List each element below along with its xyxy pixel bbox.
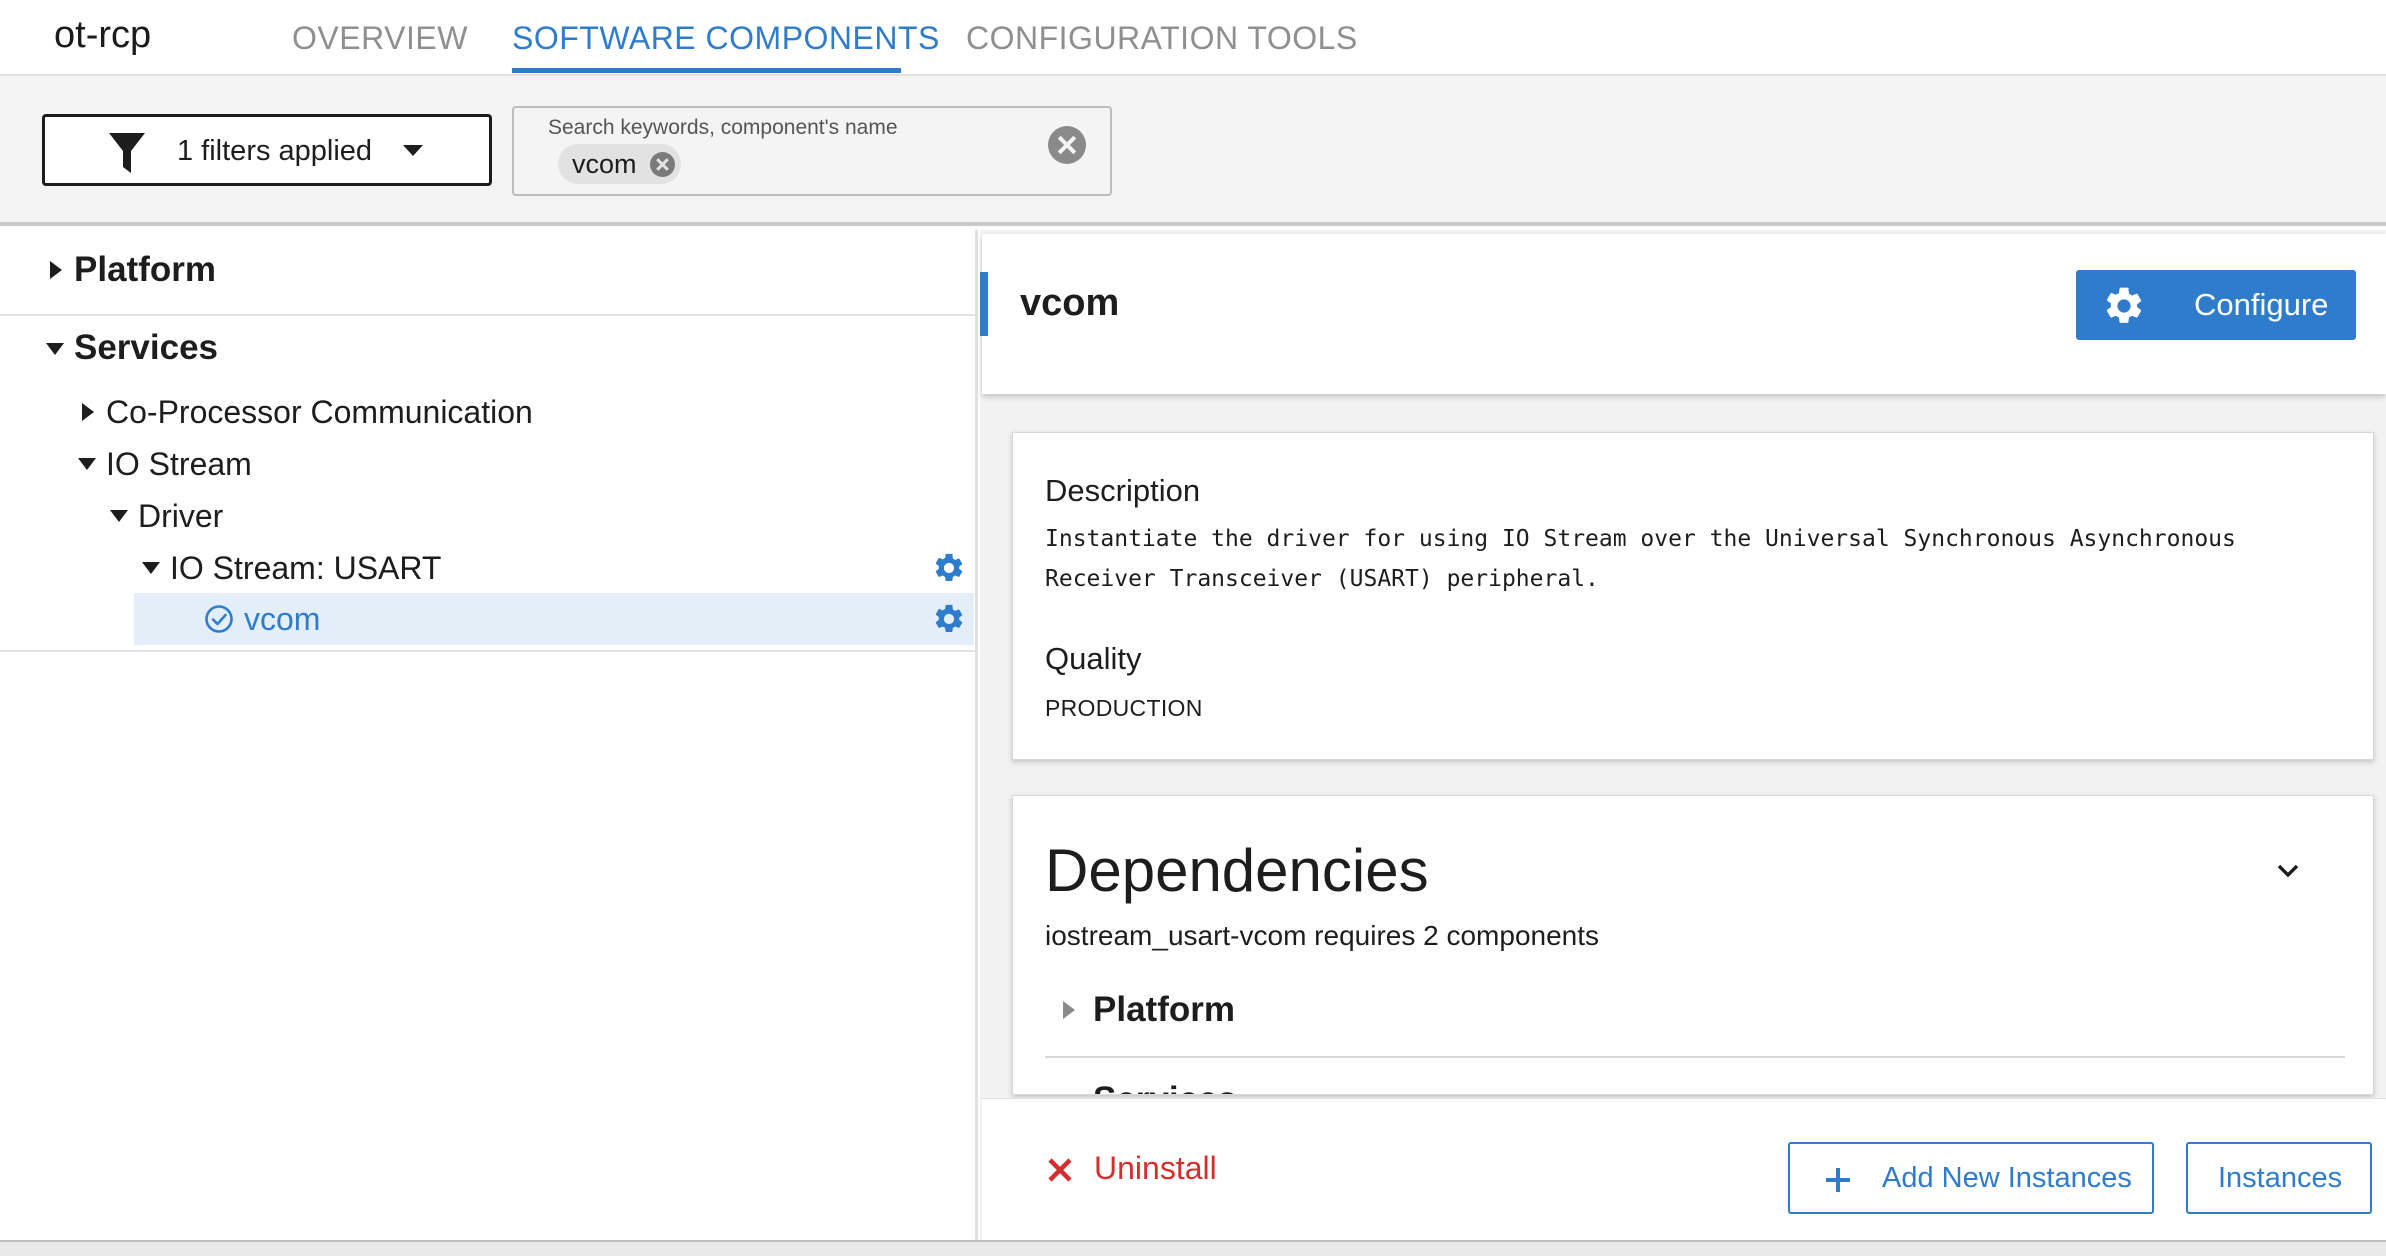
dependencies-card: Dependencies iostream_usart-vcom require… bbox=[1012, 795, 2374, 1095]
tree-item-io-stream[interactable]: IO Stream bbox=[0, 442, 978, 486]
search-label: Search keywords, component's name bbox=[548, 116, 898, 139]
collapse-arrow-icon[interactable] bbox=[78, 458, 96, 470]
dependency-divider bbox=[1045, 1056, 2345, 1058]
add-new-instances-label: Add New Instances bbox=[1882, 1162, 2132, 1194]
gear-icon bbox=[2106, 287, 2142, 323]
search-chip-label: vcom bbox=[572, 149, 637, 179]
close-icon bbox=[1048, 1158, 1072, 1182]
tab-software-components[interactable]: SOFTWARE COMPONENTS bbox=[512, 20, 940, 57]
tree-item-co-processor-communication[interactable]: Co-Processor Communication bbox=[0, 390, 978, 434]
tree-item-label: IO Stream bbox=[106, 446, 252, 482]
chevron-down-icon[interactable] bbox=[2273, 856, 2303, 886]
dropdown-caret-icon bbox=[403, 145, 423, 156]
add-new-instances-button[interactable]: Add New Instances bbox=[1788, 1142, 2154, 1214]
active-tab-indicator bbox=[512, 68, 901, 73]
tree-item-label: Driver bbox=[138, 498, 224, 534]
dependency-group-platform[interactable]: Platform bbox=[1093, 990, 1235, 1030]
expand-arrow-icon[interactable] bbox=[50, 261, 62, 279]
description-line: Instantiate the driver for using IO Stre… bbox=[1045, 526, 2236, 552]
header-accent-bar bbox=[980, 272, 988, 336]
tree-item-label: vcom bbox=[244, 601, 321, 637]
expand-arrow-icon[interactable] bbox=[82, 403, 94, 421]
check-circle-icon bbox=[205, 605, 233, 633]
filter-button[interactable]: 1 filters applied bbox=[42, 114, 492, 186]
configure-label: Configure bbox=[2194, 287, 2329, 322]
tree-item-driver[interactable]: Driver bbox=[0, 494, 978, 538]
tree-item-vcom[interactable]: vcom bbox=[0, 596, 978, 642]
description-heading: Description bbox=[1045, 473, 1201, 508]
remove-chip-icon[interactable] bbox=[649, 152, 675, 177]
search-input[interactable]: Search keywords, component's name vcom bbox=[512, 106, 1112, 196]
funnel-icon bbox=[109, 133, 145, 173]
quality-heading: Quality bbox=[1045, 641, 1142, 676]
tree-divider bbox=[0, 650, 978, 652]
gear-icon[interactable] bbox=[932, 551, 966, 585]
quality-value: PRODUCTION bbox=[1045, 695, 1203, 721]
clear-search-icon[interactable] bbox=[1048, 126, 1086, 164]
app-title: ot-rcp bbox=[54, 14, 152, 56]
description-card: Description Instantiate the driver for u… bbox=[1012, 432, 2374, 760]
tree-item-label: IO Stream: USART bbox=[170, 550, 442, 586]
gear-icon[interactable] bbox=[932, 602, 966, 636]
filter-label: 1 filters applied bbox=[177, 135, 373, 167]
expand-arrow-icon[interactable] bbox=[1063, 1001, 1075, 1019]
plus-icon bbox=[1826, 1168, 1850, 1192]
filter-toolbar: 1 filters applied Search keywords, compo… bbox=[0, 76, 2386, 226]
component-title: vcom bbox=[1020, 282, 1120, 324]
tree-item-io-stream-usart[interactable]: IO Stream: USART bbox=[0, 546, 978, 590]
tree-item-label: Services bbox=[74, 328, 219, 367]
instances-label: Instances bbox=[2218, 1162, 2343, 1194]
tree-divider bbox=[0, 314, 978, 316]
dependencies-summary: iostream_usart-vcom requires 2 component… bbox=[1045, 920, 1600, 951]
top-bar: ot-rcp OVERVIEW SOFTWARE COMPONENTS CONF… bbox=[0, 0, 2386, 76]
tree-item-label: Platform bbox=[74, 250, 216, 289]
search-chip: vcom bbox=[558, 144, 681, 184]
dependencies-title: Dependencies bbox=[1045, 837, 1429, 904]
instances-button[interactable]: Instances bbox=[2186, 1142, 2372, 1214]
tab-configuration-tools[interactable]: CONFIGURATION TOOLS bbox=[966, 20, 1358, 57]
tree-item-label: Co-Processor Communication bbox=[106, 394, 533, 430]
uninstall-label: Uninstall bbox=[1094, 1150, 1217, 1186]
dependency-group-services[interactable]: Services bbox=[1093, 1080, 1237, 1094]
collapse-arrow-icon[interactable] bbox=[142, 562, 160, 574]
tree-item-services[interactable]: Services bbox=[0, 324, 978, 372]
tree-item-platform[interactable]: Platform bbox=[0, 246, 978, 294]
description-line: Receiver Transceiver (USART) peripheral. bbox=[1045, 566, 1599, 592]
collapse-arrow-icon[interactable] bbox=[110, 510, 128, 522]
bottom-edge bbox=[0, 1240, 2386, 1256]
tab-overview[interactable]: OVERVIEW bbox=[292, 20, 468, 57]
component-tree bbox=[0, 230, 978, 1240]
collapse-arrow-icon[interactable] bbox=[46, 343, 64, 355]
configure-button[interactable]: Configure bbox=[2076, 270, 2356, 340]
